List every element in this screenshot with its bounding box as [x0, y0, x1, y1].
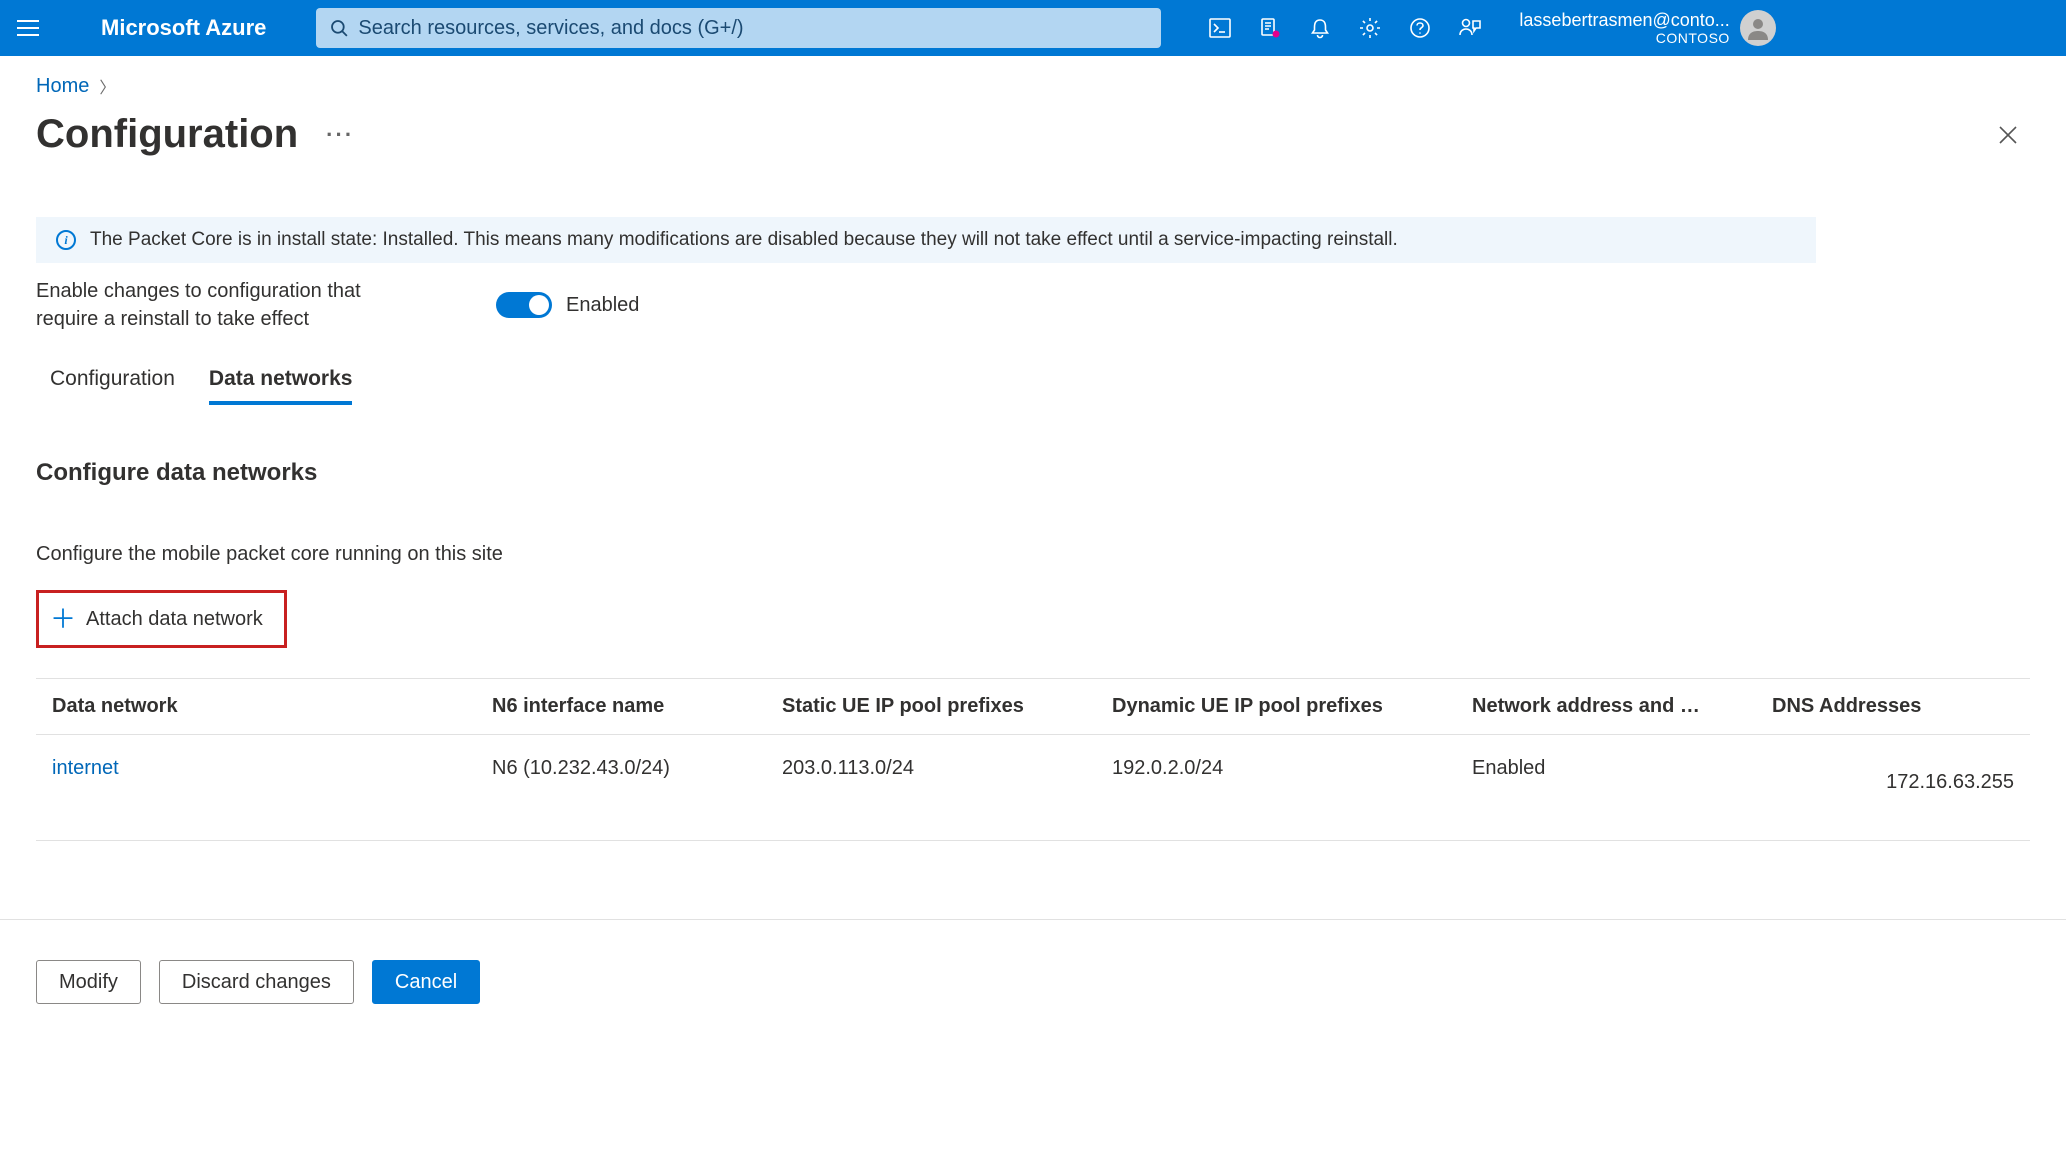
breadcrumb: Home 〉 — [36, 74, 2030, 98]
notifications-button[interactable] — [1295, 0, 1345, 56]
cell-n6: N6 (10.232.43.0/24) — [492, 757, 782, 780]
info-banner: i The Packet Core is in install state: I… — [36, 217, 1816, 263]
azure-header: Microsoft Azure lassebertrasmen@conto...… — [0, 0, 2066, 56]
bell-icon — [1309, 17, 1331, 39]
info-banner-text: The Packet Core is in install state: Ins… — [90, 229, 1398, 251]
hamburger-icon — [17, 20, 39, 36]
modify-button[interactable]: Modify — [36, 960, 141, 1004]
cloud-shell-icon — [1209, 18, 1231, 38]
cancel-button[interactable]: Cancel — [372, 960, 480, 1004]
search-icon — [330, 19, 348, 37]
attach-button-label: Attach data network — [86, 608, 263, 631]
enable-changes-label: Enable changes to configuration that req… — [36, 277, 416, 333]
cloud-shell-button[interactable] — [1195, 0, 1245, 56]
chevron-right-icon: 〉 — [99, 74, 115, 98]
table-row: internet N6 (10.232.43.0/24) 203.0.113.0… — [36, 735, 2030, 841]
global-search[interactable] — [316, 8, 1161, 48]
gear-icon — [1359, 17, 1381, 39]
col-dns[interactable]: DNS Addresses — [1772, 695, 2030, 718]
copilot-icon — [1259, 17, 1281, 39]
enable-changes-status: Enabled — [566, 294, 639, 317]
cell-dns: 172.16.63.255 — [1772, 757, 2030, 794]
feedback-icon — [1458, 17, 1482, 39]
section-description: Configure the mobile packet core running… — [36, 543, 2030, 566]
data-network-link[interactable]: internet — [52, 757, 119, 779]
tab-bar: Configuration Data networks — [36, 367, 2030, 405]
page-title: Configuration — [36, 112, 298, 157]
cell-napt: Enabled — [1472, 757, 1772, 780]
brand-label[interactable]: Microsoft Azure — [56, 15, 316, 41]
account-menu[interactable]: lassebertrasmen@conto... CONTOSO — [1499, 0, 1781, 56]
user-email: lassebertrasmen@conto... — [1519, 10, 1729, 31]
col-static-ue[interactable]: Static UE IP pool prefixes — [782, 695, 1112, 718]
section-title: Configure data networks — [36, 459, 2030, 487]
hamburger-menu-button[interactable] — [0, 0, 56, 56]
enable-changes-toggle[interactable] — [496, 292, 552, 318]
col-data-network[interactable]: Data network — [52, 695, 492, 718]
avatar — [1740, 10, 1776, 46]
help-icon — [1409, 17, 1431, 39]
footer-actions: Modify Discard changes Cancel — [0, 920, 2066, 1044]
breadcrumb-home-link[interactable]: Home — [36, 75, 89, 98]
copilot-button[interactable] — [1245, 0, 1295, 56]
cell-static-ue: 203.0.113.0/24 — [782, 757, 1112, 780]
data-networks-table: Data network N6 interface name Static UE… — [36, 678, 2030, 841]
tab-configuration[interactable]: Configuration — [50, 367, 175, 405]
col-napt[interactable]: Network address and … — [1472, 695, 1772, 718]
plus-icon: ＋ — [50, 606, 76, 632]
discard-changes-button[interactable]: Discard changes — [159, 960, 354, 1004]
avatar-icon — [1744, 14, 1772, 42]
col-n6[interactable]: N6 interface name — [492, 695, 782, 718]
close-icon — [1998, 125, 2018, 145]
attach-data-network-button[interactable]: ＋ Attach data network — [42, 596, 281, 642]
close-blade-button[interactable] — [1986, 117, 2030, 153]
table-header-row: Data network N6 interface name Static UE… — [36, 678, 2030, 735]
more-actions-button[interactable]: ··· — [326, 122, 354, 148]
feedback-button[interactable] — [1445, 0, 1495, 56]
cell-dynamic-ue: 192.0.2.0/24 — [1112, 757, 1472, 780]
attach-button-highlight: ＋ Attach data network — [36, 590, 287, 648]
global-search-input[interactable] — [358, 17, 1147, 40]
user-tenant: CONTOSO — [1519, 30, 1729, 46]
col-dynamic-ue[interactable]: Dynamic UE IP pool prefixes — [1112, 695, 1472, 718]
info-icon: i — [56, 230, 76, 250]
settings-button[interactable] — [1345, 0, 1395, 56]
help-button[interactable] — [1395, 0, 1445, 56]
tab-data-networks[interactable]: Data networks — [209, 367, 353, 405]
